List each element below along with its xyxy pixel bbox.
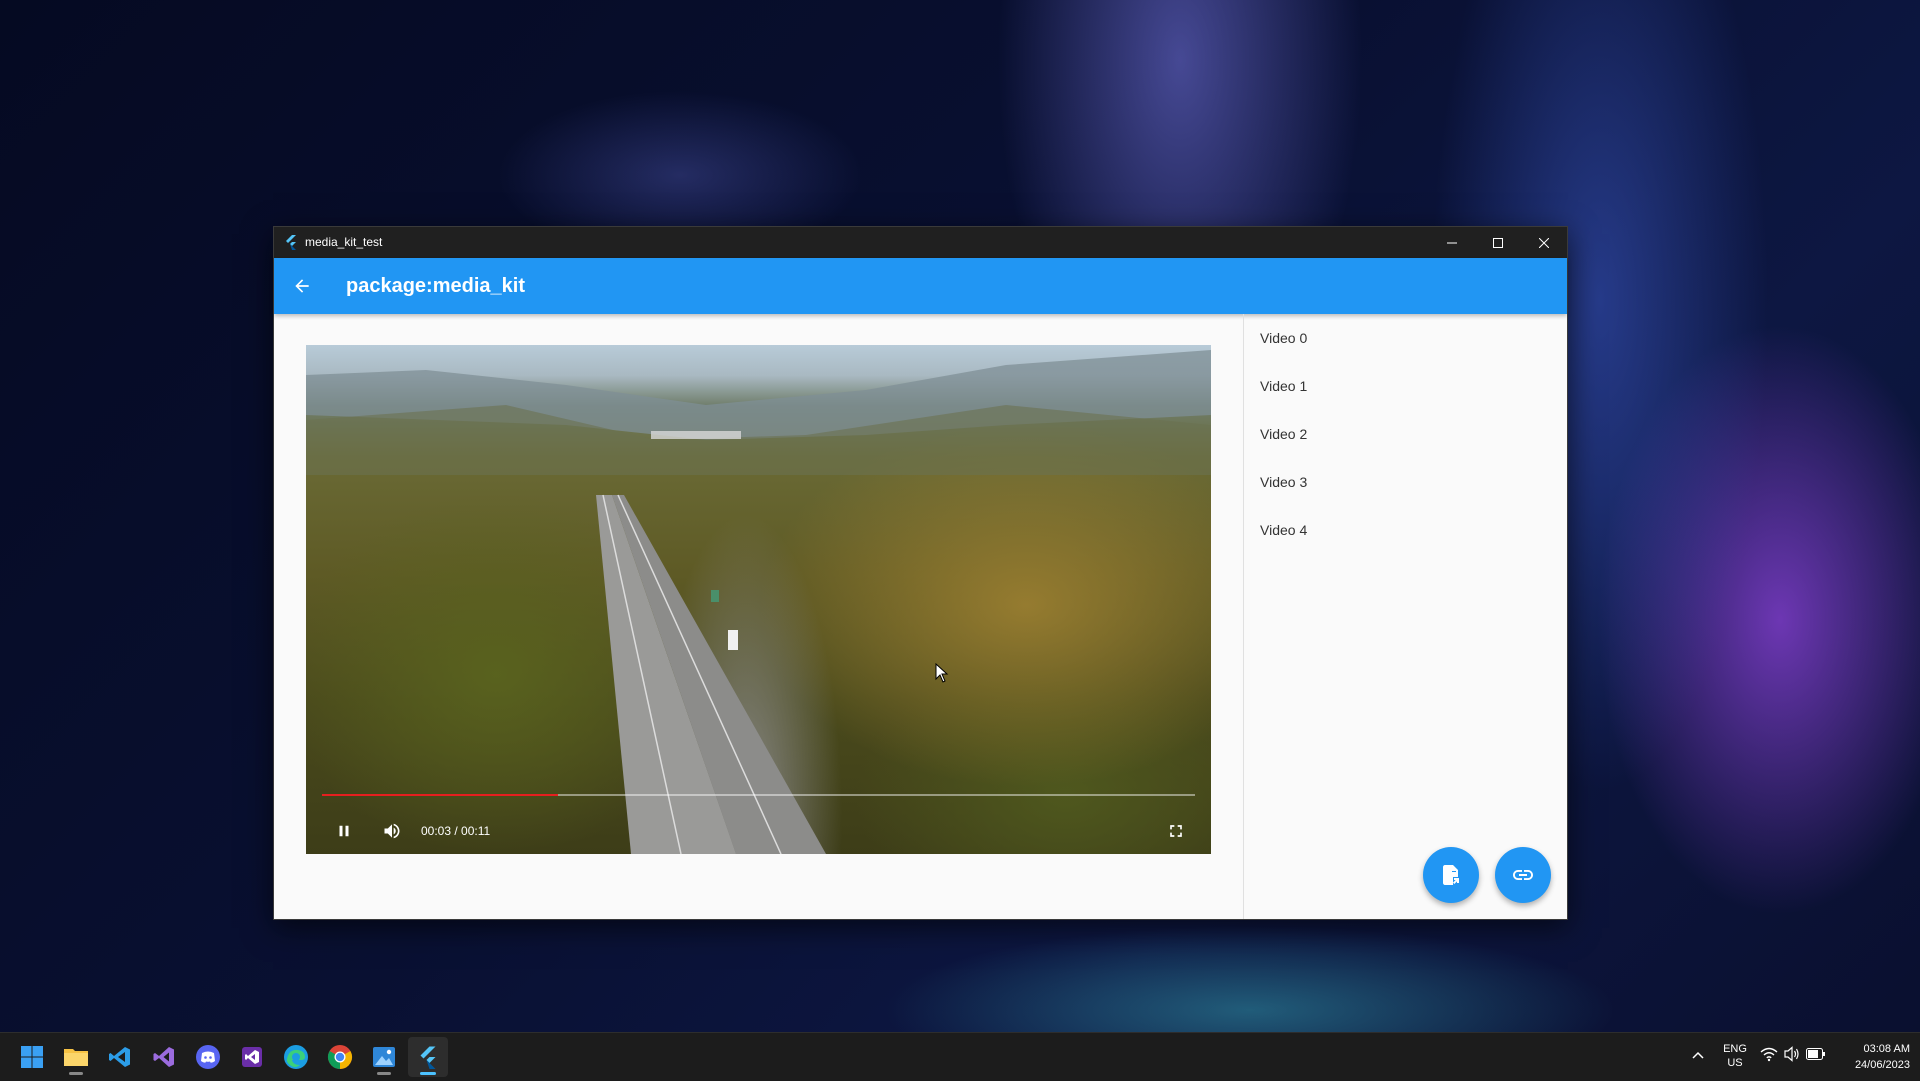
taskbar-visual-studio[interactable] [144, 1037, 184, 1077]
battery-icon[interactable] [1806, 1048, 1826, 1060]
windows-start-icon [21, 1046, 43, 1068]
link-icon [1513, 870, 1533, 880]
fullscreen-button[interactable] [1162, 817, 1190, 845]
app-window: media_kit_test package:media_kit 00:03 /… [273, 226, 1568, 920]
visual-studio-preview-icon [242, 1047, 262, 1067]
open-url-button[interactable] [1495, 847, 1551, 903]
show-hidden-icons-icon[interactable] [1688, 1045, 1708, 1065]
video-list: Video 0 Video 1 Video 2 Video 3 Video 4 [1244, 314, 1566, 564]
list-item-video-4[interactable]: Video 4 [1244, 506, 1566, 554]
running-indicator [69, 1072, 83, 1075]
list-item-video-2[interactable]: Video 2 [1244, 410, 1566, 458]
pause-icon [339, 825, 349, 837]
taskbar-edge[interactable] [276, 1037, 316, 1077]
chrome-icon [327, 1045, 353, 1069]
list-item-label: Video 1 [1260, 378, 1308, 394]
taskbar [0, 1032, 1920, 1081]
minimize-icon [1447, 242, 1457, 243]
minimize-button[interactable] [1429, 227, 1475, 258]
flutter-app-icon [286, 235, 296, 250]
volume-icon [384, 823, 400, 839]
taskbar-file-explorer[interactable] [56, 1037, 96, 1077]
flutter-icon [420, 1046, 436, 1069]
language-code: ENG [1723, 1043, 1747, 1055]
volume-button[interactable] [378, 817, 406, 845]
edge-icon [284, 1045, 308, 1069]
list-item-label: Video 4 [1260, 522, 1308, 538]
close-button[interactable] [1521, 227, 1567, 258]
list-item-video-1[interactable]: Video 1 [1244, 362, 1566, 410]
running-indicator [377, 1072, 391, 1075]
photos-icon [373, 1047, 395, 1067]
wifi-icon[interactable] [1760, 1046, 1778, 1062]
back-button[interactable] [282, 266, 322, 306]
taskbar-photos[interactable] [364, 1037, 404, 1077]
taskbar-vscode[interactable] [100, 1037, 140, 1077]
discord-icon [196, 1045, 220, 1069]
language-region: US [1727, 1057, 1743, 1069]
close-icon [1539, 237, 1549, 248]
seek-bar[interactable] [322, 794, 1195, 796]
pause-button[interactable] [330, 817, 358, 845]
taskbar-discord[interactable] [188, 1037, 228, 1077]
maximize-icon [1493, 237, 1503, 248]
open-file-button[interactable] [1423, 847, 1479, 903]
playback-time: 00:03 / 00:11 [421, 824, 491, 838]
list-item-video-0[interactable]: Video 0 [1244, 314, 1566, 362]
seek-bar-progress [322, 794, 558, 796]
active-indicator [420, 1072, 436, 1075]
taskbar-flutter-app[interactable] [408, 1037, 448, 1077]
file-explorer-icon [64, 1049, 88, 1066]
window-title: media_kit_test [305, 235, 383, 249]
vscode-icon [109, 1047, 130, 1067]
video-frame [306, 350, 1211, 854]
visual-studio-icon [153, 1047, 174, 1067]
taskbar-chrome[interactable] [320, 1037, 360, 1077]
input-language-indicator[interactable]: ENG US [1718, 1042, 1752, 1070]
speaker-icon[interactable] [1783, 1046, 1801, 1062]
clock-date: 24/06/2023 [1854, 1059, 1910, 1071]
taskbar-start[interactable] [12, 1037, 52, 1077]
taskbar-clock[interactable]: 03:08 AM 24/06/2023 [1836, 1041, 1910, 1073]
maximize-button[interactable] [1475, 227, 1521, 258]
list-item-label: Video 3 [1260, 474, 1308, 490]
list-item-label: Video 0 [1260, 330, 1308, 346]
clock-time: 03:08 AM [1863, 1043, 1910, 1055]
arrow-back-icon [295, 279, 309, 293]
app-bar: package:media_kit [274, 258, 1567, 314]
page-title: package:media_kit [346, 275, 525, 297]
taskbar-visual-studio-preview[interactable] [232, 1037, 272, 1077]
list-item-video-3[interactable]: Video 3 [1244, 458, 1566, 506]
fullscreen-icon [1170, 825, 1182, 837]
file-open-icon [1443, 865, 1459, 885]
video-player[interactable]: 00:03 / 00:11 [306, 345, 1211, 854]
mouse-cursor-icon [935, 663, 949, 683]
list-item-label: Video 2 [1260, 426, 1308, 442]
window-titlebar[interactable]: media_kit_test [274, 227, 1567, 258]
